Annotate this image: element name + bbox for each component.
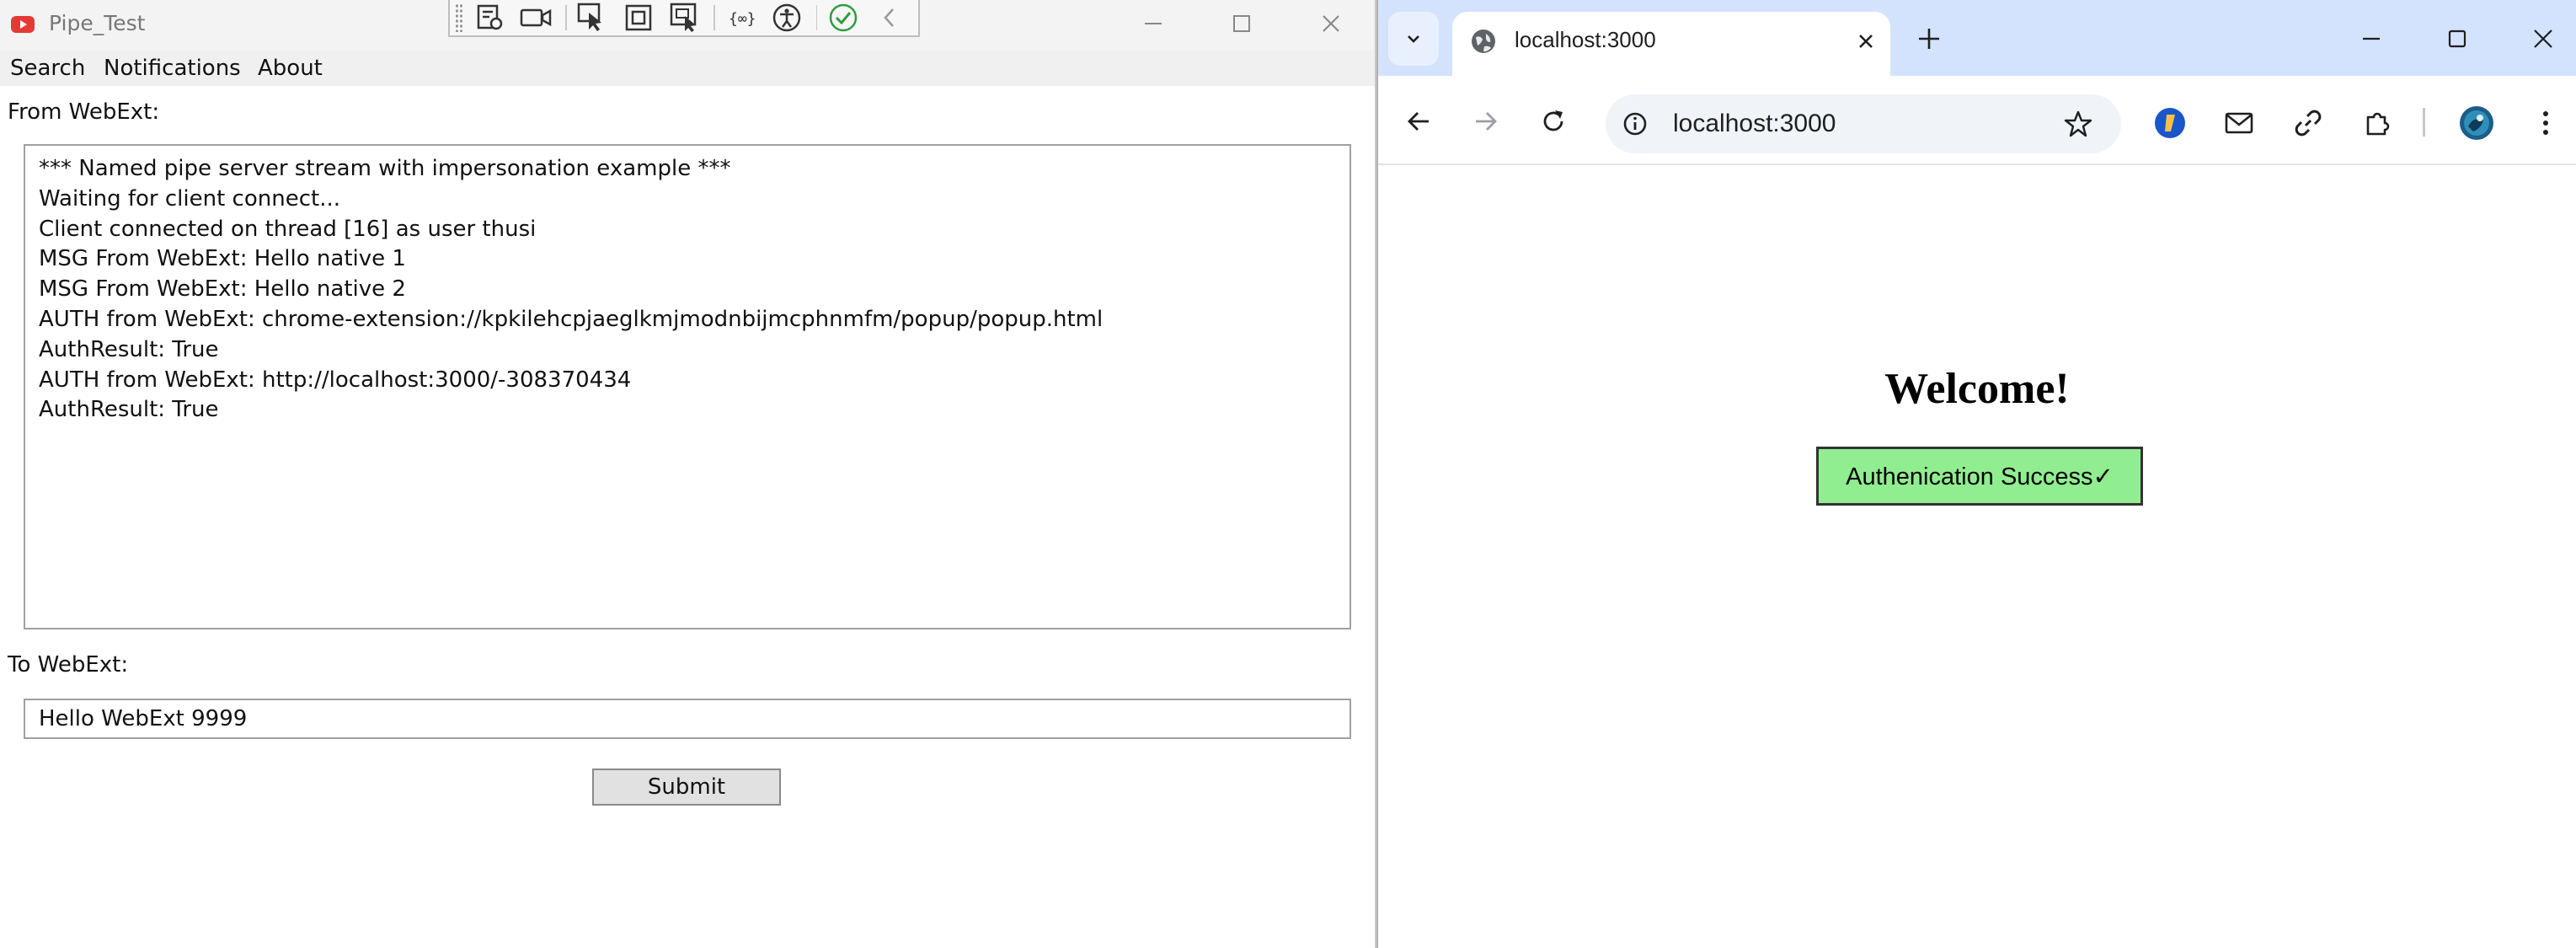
app-titlebar: Pipe_Test {∞} <box>0 0 1376 51</box>
maximize-button[interactable] <box>1221 7 1263 40</box>
auth-success-button[interactable]: Authenication Success✓ <box>1816 447 2143 506</box>
video-icon[interactable] <box>519 1 553 35</box>
log-textbox[interactable]: *** Named pipe server stream with impers… <box>24 144 1351 629</box>
live-visual-tree-icon[interactable] <box>473 1 507 35</box>
bookmark-star-icon[interactable] <box>2062 108 2094 140</box>
new-tab-plus-icon[interactable] <box>1912 22 1946 56</box>
binding-failures-icon[interactable]: {∞} <box>724 1 758 35</box>
log-line: AUTH from WebExt: chrome-extension://kpk… <box>39 306 1104 332</box>
more-menu-icon[interactable] <box>2527 104 2564 142</box>
link-icon[interactable] <box>2290 104 2327 142</box>
app-youtube-style-icon <box>10 14 35 35</box>
toolbar-separator <box>713 5 715 30</box>
app-title: Pipe_Test <box>49 11 146 35</box>
globe-icon <box>1469 27 1498 56</box>
tab-title: localhost:3000 <box>1515 27 1656 52</box>
checkmark-icon[interactable] <box>826 1 860 35</box>
browser-maximize-button[interactable] <box>2436 20 2478 57</box>
track-focus-icon[interactable] <box>667 1 702 35</box>
extensions-puzzle-icon[interactable] <box>2359 104 2396 142</box>
toolbar-separator <box>2423 108 2425 137</box>
reload-icon[interactable] <box>1535 103 1572 140</box>
log-line: MSG From WebExt: Hello native 2 <box>39 276 406 303</box>
url-text[interactable]: localhost:3000 <box>1673 110 1836 138</box>
log-line: Client connected on thread [16] as user … <box>39 216 537 242</box>
chevron-down-icon <box>1408 35 1419 43</box>
profile-avatar-icon[interactable] <box>2458 104 2495 142</box>
mail-icon[interactable] <box>2221 104 2258 142</box>
browser-toolbar: localhost:3000 <box>1378 76 2576 165</box>
info-icon[interactable] <box>1621 110 1649 138</box>
back-arrow-icon[interactable] <box>1400 103 1437 140</box>
close-button[interactable] <box>1310 7 1352 40</box>
log-line: *** Named pipe server stream with impers… <box>39 156 731 181</box>
to-webext-label: To WebExt: <box>8 652 129 678</box>
web-page-content: Welcome! Authenication Success✓ <box>1378 165 2576 948</box>
log-line: Waiting for client connect... <box>39 185 340 212</box>
browser-window: localhost:3000 localhost:3000 Welcome! A… <box>1378 0 2576 948</box>
to-webext-input[interactable]: Hello WebExt 9999 <box>24 699 1351 739</box>
from-webext-label: From WebExt: <box>8 99 160 125</box>
log-line: AUTH from WebExt: http://localhost:3000/… <box>39 367 632 393</box>
browser-minimize-button[interactable] <box>2350 20 2392 57</box>
browser-tab-active[interactable]: localhost:3000 <box>1452 12 1890 78</box>
submit-button[interactable]: Submit <box>592 769 781 806</box>
address-bar[interactable]: localhost:3000 <box>1606 94 2121 153</box>
app-menubar: Search Notifications About <box>0 51 1376 86</box>
svg-text:{∞}: {∞} <box>729 10 755 28</box>
menu-about[interactable]: About <box>258 56 323 81</box>
menu-search[interactable]: Search <box>10 56 85 81</box>
menu-notifications[interactable]: Notifications <box>104 56 241 81</box>
log-line: MSG From WebExt: Hello native 1 <box>39 246 406 272</box>
app-window: Pipe_Test {∞} Search Notifications About… <box>0 0 1376 948</box>
log-line: AuthResult: True <box>39 397 219 423</box>
toolbar-separator <box>564 5 567 30</box>
accessibility-icon[interactable] <box>770 1 804 35</box>
xaml-debug-toolbar: {∞} <box>448 0 920 37</box>
select-element-icon[interactable] <box>575 1 610 35</box>
forward-arrow-icon[interactable] <box>1467 103 1504 140</box>
browser-tabstrip: localhost:3000 <box>1378 0 2576 78</box>
collapse-icon[interactable] <box>872 1 906 35</box>
minimize-button[interactable] <box>1132 7 1174 40</box>
toolbar-separator <box>815 5 818 30</box>
tab-search-button[interactable] <box>1388 12 1439 66</box>
extension-blue-icon[interactable] <box>2151 104 2189 142</box>
welcome-heading: Welcome! <box>1884 365 2070 413</box>
display-layout-adorners-icon[interactable] <box>622 1 656 35</box>
toolbar-grip-icon[interactable] <box>455 3 463 32</box>
browser-close-button[interactable] <box>2522 20 2564 57</box>
tab-close-icon[interactable] <box>1853 29 1879 54</box>
log-line: AuthResult: True <box>39 336 219 362</box>
